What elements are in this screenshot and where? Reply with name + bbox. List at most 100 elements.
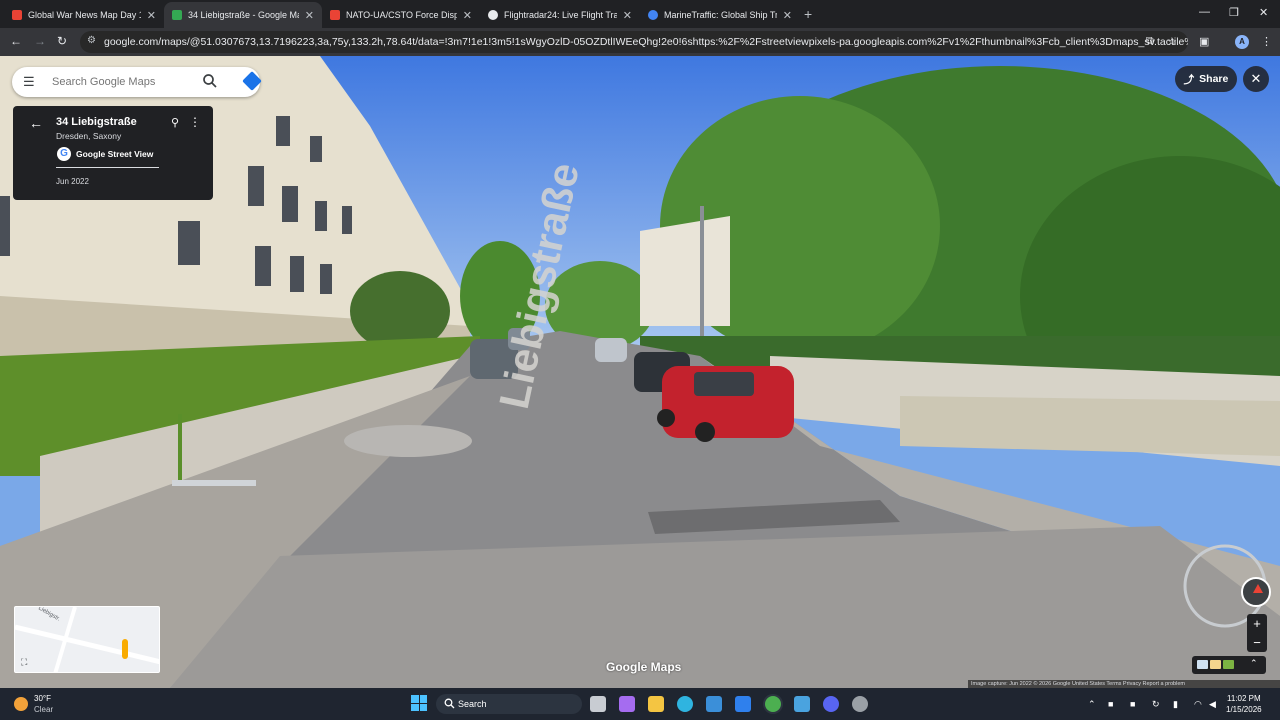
share-label: Share (1199, 73, 1229, 85)
search-icon (444, 698, 455, 709)
tab-title: Global War News Map Day 142 (28, 10, 141, 20)
expand-icon[interactable]: ⛶ (21, 657, 27, 668)
minimap-streets (15, 607, 159, 672)
image-source: Google Street View (76, 149, 154, 159)
discord-icon[interactable] (823, 696, 839, 712)
zoom-in-button[interactable]: + (1247, 614, 1267, 633)
tab-title: 34 Liebigstraße - Google Maps (188, 10, 299, 20)
tab-marinetraffic[interactable]: MarineTraffic: Global Ship Track ✕ (640, 2, 800, 28)
url-text: google.com/maps/@51.0307673,13.7196223,3… (104, 36, 1188, 48)
edge-icon[interactable] (677, 696, 693, 712)
maps-pin-icon (12, 10, 22, 20)
restore-button[interactable]: ❐ (1229, 6, 1239, 19)
map-layer-icon[interactable] (1197, 660, 1208, 669)
menu-icon[interactable]: ☰ (23, 74, 35, 90)
chrome-icon[interactable] (765, 696, 781, 712)
google-maps-watermark: Google Maps (606, 660, 682, 674)
side-panel-icon[interactable]: ▣ (1199, 35, 1209, 48)
install-app-icon[interactable]: ⧉ (1146, 35, 1154, 48)
google-maps-icon (172, 10, 182, 20)
satellite-layer-icon[interactable] (1223, 660, 1234, 669)
sync-icon[interactable]: ↻ (1152, 699, 1160, 710)
layers-toggle[interactable]: ⌃ (1192, 656, 1266, 674)
tray-app-icon[interactable]: ■ (1130, 699, 1135, 709)
terrain-layer-icon[interactable] (1210, 660, 1221, 669)
attribution-bar[interactable]: Image capture: Jun 2022 © 2026 Google Un… (968, 680, 1280, 688)
minimap[interactable]: Liebigstr. ⛶ (14, 606, 160, 673)
back-button[interactable]: ← (10, 34, 22, 48)
mail-icon[interactable] (735, 696, 751, 712)
windows-logo-icon (419, 703, 427, 711)
microphone-icon[interactable]: ▮ (1173, 699, 1178, 710)
settings-icon[interactable] (852, 696, 868, 712)
weather-icon[interactable] (14, 697, 28, 711)
forward-button[interactable]: → (34, 34, 46, 48)
store-icon[interactable] (706, 696, 722, 712)
zoom-control: + − (1247, 614, 1267, 652)
close-icon[interactable]: ✕ (623, 9, 632, 22)
clock-date: 1/15/2026 (1226, 705, 1262, 714)
share-icon: ⤴ (1183, 73, 1195, 86)
clock-time: 11:02 PM (1226, 694, 1261, 703)
pegman-icon[interactable] (122, 639, 128, 659)
minimize-button[interactable]: — (1199, 6, 1210, 18)
chevron-up-icon[interactable]: ⌃ (1088, 699, 1096, 710)
file-explorer-icon[interactable] (648, 696, 664, 712)
tab-title: NATO-UA/CSTO Force Dispositi (346, 10, 457, 20)
ship-icon (648, 10, 658, 20)
tray-app-icon[interactable]: ■ (1108, 699, 1113, 709)
tab-title: Flightradar24: Live Flight Tracke (504, 10, 617, 20)
place-info-card: ← 34 Liebigstraße Dresden, Saxony ⚲ ⋮ G … (13, 106, 213, 200)
location-pin-icon[interactable]: ⚲ (171, 116, 179, 129)
reload-button[interactable]: ↻ (57, 34, 67, 48)
search-input[interactable] (52, 73, 202, 91)
wifi-icon[interactable]: ◠ (1194, 699, 1202, 710)
browser-menu-icon[interactable]: ⋮ (1261, 35, 1272, 48)
profile-avatar[interactable]: A (1235, 35, 1249, 49)
globe-icon (488, 10, 498, 20)
divider (56, 167, 159, 168)
maps-search-box: ☰ (12, 67, 262, 97)
system-clock[interactable]: 11:02 PM 1/15/2026 (1226, 694, 1262, 714)
start-button[interactable] (411, 695, 427, 711)
compass-icon[interactable] (1241, 577, 1271, 607)
close-icon[interactable]: ✕ (783, 9, 792, 22)
place-locality: Dresden, Saxony (56, 131, 122, 141)
back-arrow-icon[interactable]: ← (29, 115, 43, 131)
tab-google-maps[interactable]: 34 Liebigstraße - Google Maps ✕ (164, 2, 322, 28)
windows-logo-icon (411, 695, 419, 703)
copilot-icon[interactable] (619, 696, 635, 712)
close-icon[interactable]: ✕ (147, 9, 156, 22)
close-icon[interactable]: ✕ (305, 9, 314, 22)
tab-global-war-news[interactable]: Global War News Map Day 142 ✕ (4, 2, 164, 28)
windows-logo-icon (419, 695, 427, 703)
tab-title: MarineTraffic: Global Ship Track (664, 10, 777, 20)
address-bar[interactable]: ⚙ google.com/maps/@51.0307673,13.7196223… (80, 31, 1188, 53)
task-view-icon[interactable] (590, 696, 606, 712)
new-tab-button[interactable]: + (804, 6, 812, 22)
site-info-icon[interactable]: ⚙ (87, 35, 96, 46)
capture-date[interactable]: Jun 2022 (56, 177, 89, 186)
place-title: 34 Liebigstraße (56, 116, 137, 128)
temperature[interactable]: 30°F (34, 694, 51, 703)
chevron-up-icon[interactable]: ⌃ (1250, 658, 1258, 669)
bookmark-star-icon[interactable]: ☆ (1167, 35, 1177, 48)
taskbar-search-label: Search (458, 699, 487, 709)
app-icon[interactable] (794, 696, 810, 712)
tab-flightradar[interactable]: Flightradar24: Live Flight Tracke ✕ (480, 2, 640, 28)
close-icon[interactable]: ✕ (463, 9, 472, 22)
tab-nato-force[interactable]: NATO-UA/CSTO Force Dispositi ✕ (322, 2, 480, 28)
close-street-view-button[interactable]: ✕ (1243, 66, 1269, 92)
taskbar-search[interactable]: Search (436, 694, 582, 714)
windows-logo-icon (411, 703, 419, 711)
weather-condition[interactable]: Clear (34, 705, 53, 714)
more-options-icon[interactable]: ⋮ (189, 115, 201, 129)
browser-toolbar: ← → ↻ ⚙ google.com/maps/@51.0307673,13.7… (0, 28, 1280, 56)
google-logo-icon: G (57, 147, 71, 161)
zoom-out-button[interactable]: − (1247, 633, 1267, 652)
volume-icon[interactable]: ◀ (1209, 699, 1216, 710)
share-button[interactable]: ⤴ Share (1175, 66, 1237, 92)
window-close-button[interactable]: ✕ (1259, 6, 1268, 19)
tab-strip: Global War News Map Day 142 ✕ 34 Liebigs… (0, 0, 1280, 28)
search-icon[interactable] (202, 73, 218, 89)
